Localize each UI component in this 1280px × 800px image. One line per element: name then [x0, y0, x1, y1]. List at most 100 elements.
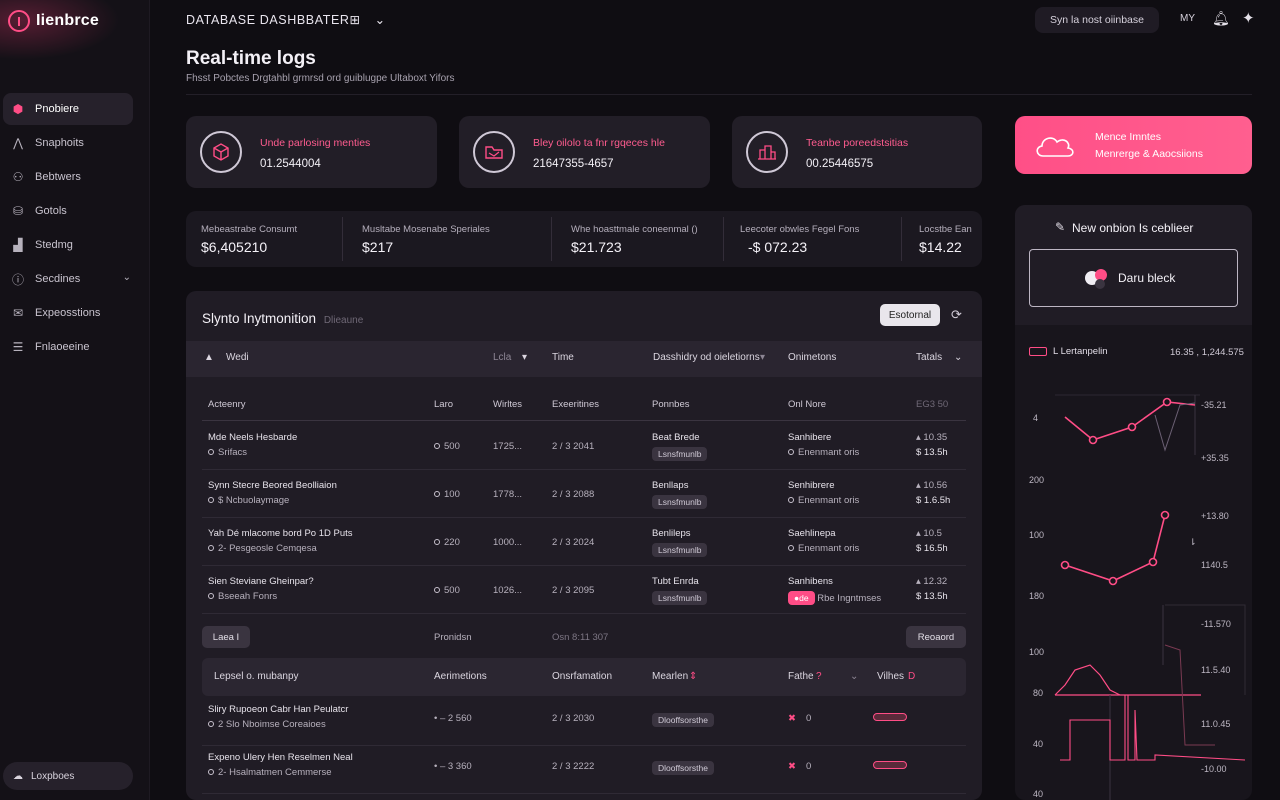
mail-icon: ✉: [12, 306, 24, 320]
stat-label: Bley oilolo ta fnr rgqeces hle: [533, 137, 665, 149]
table-row[interactable]: Expeno Ulery Hen Reselmen Neal 2- Hsalma…: [202, 746, 966, 794]
sort-icon[interactable]: ⌄: [850, 671, 858, 682]
promo-card[interactable]: Mence Imntes Menrerge & Aaocsiions: [1015, 116, 1252, 174]
column-header[interactable]: Mearlen: [652, 671, 688, 682]
sort-icon[interactable]: ?: [816, 671, 822, 682]
row-writes: 1778...: [493, 489, 523, 500]
refresh-icon[interactable]: ⟳: [951, 307, 962, 323]
table-row[interactable]: Mde Neels Hesbarde Srifacs 500 1725... 2…: [202, 422, 966, 470]
dashboard-selector[interactable]: DATABASE DASHBBATER⊞ ⌄: [186, 12, 386, 27]
row-total-sub: $ 13.5h: [916, 591, 948, 602]
stat-value: 21647355-4657: [533, 158, 614, 170]
row-owner-sub: Enenmant oris: [788, 543, 859, 554]
card-title: Slynto Inytmonition Dlieaune: [202, 311, 363, 326]
data-point: [1127, 422, 1137, 432]
right-panel-title: New onbion Is ceblieer: [1072, 221, 1194, 235]
sort-icon[interactable]: ⇕: [689, 671, 697, 682]
sort-icon[interactable]: D: [908, 671, 915, 682]
error-icon: ✖: [788, 761, 796, 772]
table-row[interactable]: Sien Steviane Gheinpar? Bseeah Fonrs 500…: [202, 566, 966, 614]
metric-label: Whe hoasttmale coneenmal (): [571, 224, 698, 235]
row-amount: • – 3 360: [434, 761, 472, 772]
subheader-cell: Ponnbes: [652, 399, 690, 410]
row-owner: Sanhibere: [788, 432, 832, 443]
row-writes: 1725...: [493, 441, 523, 452]
record-button[interactable]: Reoaord: [906, 626, 966, 648]
sidebar-item-label: Stedmg: [35, 239, 73, 251]
status-dot: [208, 721, 214, 728]
status-dot: [434, 491, 440, 498]
column-header[interactable]: Tatals: [916, 352, 942, 363]
sidebar-item-0[interactable]: ⬢ Pnobiere: [3, 93, 133, 125]
column-header[interactable]: Dasshidry od oieletiorns: [653, 352, 760, 363]
theme-option[interactable]: Daru bleck: [1029, 249, 1238, 307]
pen-icon: ✎: [1055, 220, 1066, 234]
sort-icon[interactable]: ▾: [522, 352, 527, 363]
status-dot: [434, 587, 440, 594]
metric-value: $14.22: [919, 239, 962, 255]
language-selector[interactable]: MY: [1180, 13, 1195, 24]
column-header[interactable]: Aerimetions: [434, 671, 487, 682]
table-row[interactable]: Sliry Rupoeon Cabr Han Peulatcr 2 Slo Nb…: [202, 698, 966, 746]
table-row[interactable]: Yah Dé mlacome bord Po 1D Puts 2- Pesgeo…: [202, 518, 966, 566]
series-line-low: [1054, 664, 1121, 696]
divider: [186, 94, 1252, 95]
sidebar-item-2[interactable]: ⚇ Bebtwers: [3, 161, 133, 193]
status-dot: [208, 497, 214, 504]
column-header[interactable]: Vilhes: [877, 671, 904, 682]
metric-separator: [723, 217, 724, 261]
column-header[interactable]: Onsrfamation: [552, 671, 612, 682]
subheader-cell: Onl Nore: [788, 399, 827, 410]
page-subtitle: Fhsst Pobctes Drgtahbl grmrsd ord guiblu…: [186, 73, 455, 84]
topbar-button[interactable]: Syn la nost oiinbase: [1035, 7, 1159, 33]
value-bar: [873, 713, 907, 721]
promo-line-2: Menrerge & Aaocsiions: [1095, 148, 1203, 160]
column-header[interactable]: Lcla: [493, 352, 511, 363]
right-panel-header: ✎ New onbion Is ceblieer Daru bleck: [1015, 205, 1252, 325]
row-sub: Srifacs: [208, 447, 247, 458]
stat-card[interactable]: Unde parlosing menties 01.2544004: [186, 116, 437, 188]
row-name: Sien Steviane Gheinpar?: [208, 576, 314, 587]
column-header[interactable]: Time: [552, 352, 574, 363]
y-tick-right: 11.0.45: [1201, 719, 1230, 729]
cloud-icon: ☁: [13, 770, 23, 782]
row-total: ▴ 10.56: [916, 480, 948, 491]
row-owner-sub-text: Enenmant oris: [798, 543, 860, 554]
row-level-text: 100: [444, 489, 460, 500]
column-header[interactable]: Wedi: [226, 352, 249, 363]
sidebar-item-7[interactable]: ☰ Fnlaoeeine: [3, 331, 133, 363]
sidebar-item-4[interactable]: ▟ Stedmg: [3, 229, 133, 261]
status-dot: [208, 449, 214, 456]
row-total: ▴ 10.35: [916, 432, 948, 443]
page-button[interactable]: Laea I: [202, 626, 250, 648]
data-point: [1108, 576, 1118, 586]
sidebar-item-3[interactable]: ⛁ Gotols: [3, 195, 133, 227]
data-point: [1060, 560, 1070, 570]
y-tick-right: -35.21: [1201, 400, 1227, 410]
sidebar-item-1[interactable]: ⋀ Snaphoits: [3, 127, 133, 159]
column-header[interactable]: Fathe: [788, 671, 814, 682]
user-action-icon[interactable]: ✦: [1242, 9, 1255, 27]
notification-icon[interactable]: 🔔︎: [1212, 10, 1230, 27]
sort-up-icon[interactable]: ▲: [204, 352, 214, 363]
series-line-top: [1064, 401, 1196, 441]
column-header[interactable]: Lepsel o. mubanpy: [214, 671, 299, 682]
row-sub-text: Srifacs: [218, 447, 248, 458]
sidebar-footer-button[interactable]: ☁ Loxpboes: [3, 762, 133, 790]
y-tick-right: 11.5.40: [1201, 665, 1230, 675]
table-row[interactable]: Synn Stecre Beored Beolliaion $ Ncbuolay…: [202, 470, 966, 518]
external-button[interactable]: Esotornal: [880, 304, 940, 326]
row-sub-text: 2- Hsalmatmen Cemmerse: [218, 767, 332, 778]
value-bar: [873, 761, 907, 769]
sidebar-item-5[interactable]: ⓘ Secdines ⌄: [3, 263, 133, 295]
logo[interactable]: Iienbrce: [8, 10, 99, 32]
error-icon: ✖: [788, 713, 796, 724]
sort-icon[interactable]: ▾: [760, 352, 765, 363]
stat-card[interactable]: Bley oilolo ta fnr rgqeces hle 21647355-…: [459, 116, 710, 188]
tag-pill: Lsnsfmunlb: [652, 543, 708, 557]
sort-icon[interactable]: ⌄: [954, 352, 962, 363]
stat-card[interactable]: Teanbe poreedstsitias 00.25446575: [732, 116, 982, 188]
sidebar-item-6[interactable]: ✉ Expeosstions: [3, 297, 133, 329]
row-sub-text: 2- Pesgeosle Cemqesa: [218, 543, 317, 554]
column-header[interactable]: Onimetons: [788, 352, 836, 363]
